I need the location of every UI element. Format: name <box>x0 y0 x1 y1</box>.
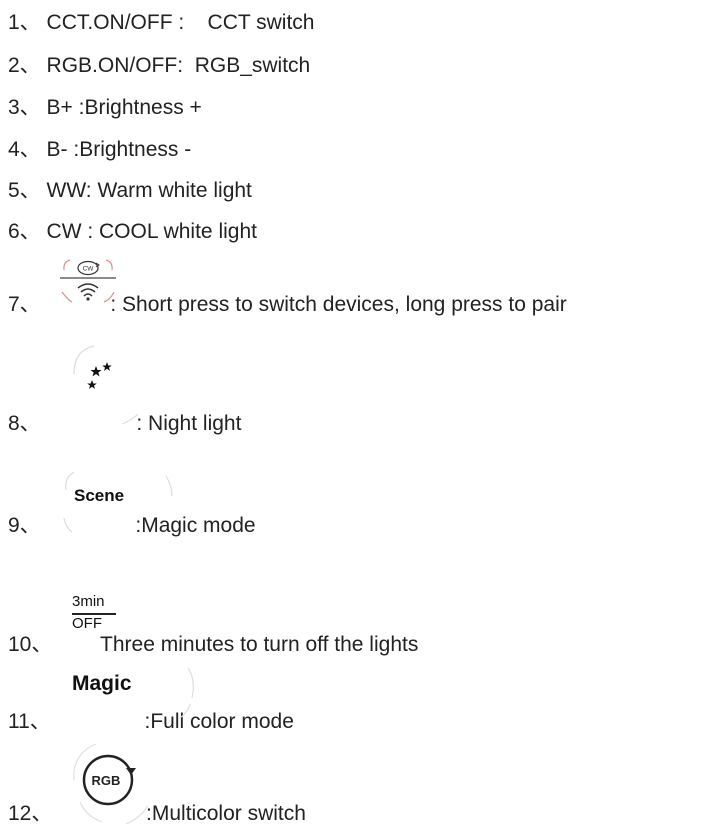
item-text: CW : COOL white light <box>46 220 257 243</box>
item-text: :Multicolor switch <box>146 802 306 825</box>
moon-stars-icon <box>73 345 139 425</box>
item-number: 6、 <box>8 220 41 243</box>
list-item-6: 6、 CW : COOL white light <box>8 221 257 242</box>
item-text: : Short press to switch devices, long pr… <box>110 293 567 316</box>
item-number: 10、 <box>8 633 53 656</box>
scene-icon: Scene <box>58 468 178 538</box>
timer-icon-label-top: 3min <box>72 593 105 610</box>
timer-icon-label-bottom: OFF <box>72 615 102 632</box>
list-item-10: 10、 Three minutes to turn off the lights <box>8 634 418 655</box>
item-text: : Night light <box>136 412 242 435</box>
rgb-icon: RGB <box>73 743 149 825</box>
item-number: 5、 <box>8 179 41 202</box>
item-text: Three minutes to turn off the lights <box>100 633 419 656</box>
magic-icon-label: Magic <box>72 672 132 695</box>
list-item-2: 2、 RGB.ON/OFF: RGB_switch <box>8 55 310 76</box>
timer-off-icon: 3min OFF <box>72 593 120 637</box>
item-number: 4、 <box>8 138 41 161</box>
item-text: WW: Warm white light <box>46 179 252 202</box>
item-number: 8、 <box>8 412 41 435</box>
scene-icon-label: Scene <box>74 486 125 505</box>
cw-wireless-icon: CW <box>60 259 116 303</box>
list-item-4: 4、 B- :Brightness - <box>8 139 191 160</box>
item-text: RGB.ON/OFF: RGB_switch <box>46 54 311 77</box>
rgb-icon-label: RGB <box>92 773 121 788</box>
item-number: 2、 <box>8 54 41 77</box>
list-item-12: 12、 :Multicolor switch <box>8 803 306 824</box>
list-item-3: 3、 B+ :Brightness + <box>8 97 202 118</box>
item-number: 12、 <box>8 802 53 825</box>
item-text: B+ :Brightness + <box>46 96 202 119</box>
magic-icon: Magic <box>60 664 200 724</box>
item-number: 9、 <box>8 514 41 537</box>
item-text: B- :Brightness - <box>46 138 192 161</box>
item-number: 7、 <box>8 293 41 316</box>
list-item-5: 5、 WW: Warm white light <box>8 180 252 201</box>
list-item-1: 1、 CCT.ON/OFF : CCT switch <box>8 12 315 33</box>
item-number: 1、 <box>8 11 41 34</box>
item-number: 3、 <box>8 96 41 119</box>
cw-icon-label: CW <box>83 266 95 273</box>
item-number: 11、 <box>8 710 51 733</box>
item-text: CCT.ON/OFF : CCT switch <box>46 11 315 34</box>
